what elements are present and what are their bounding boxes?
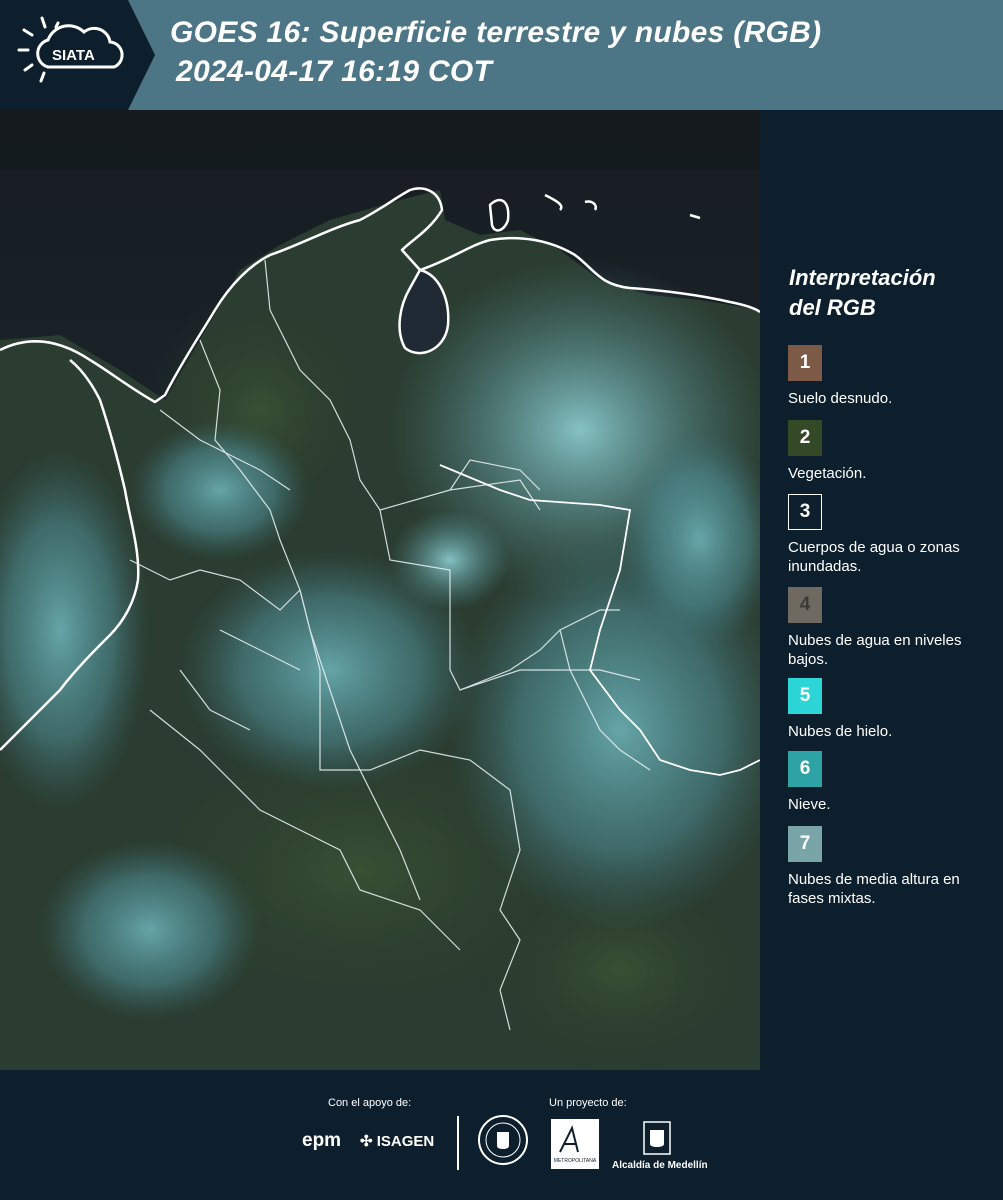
legend-item-hielo: 5 Nubes de hielo. <box>760 678 1003 750</box>
metropolitana-logo: METROPOLITANA <box>551 1119 599 1169</box>
legend-description: Cuerpos de agua o zonas inundadas. <box>788 539 960 575</box>
legend-item-agua: 3 Cuerpos de agua o zonas inundadas. <box>760 494 1003 575</box>
legend-swatch: 3 <box>788 494 822 530</box>
legend-item-suelo: 1 Suelo desnudo. <box>760 345 1003 417</box>
footer: Con el apoyo de: Un proyecto de: epm ✣ I… <box>0 1070 1003 1200</box>
siata-logo: SIATA <box>0 0 155 110</box>
legend-item-vegetacion: 2 Vegetación. <box>760 420 1003 492</box>
legend-swatch: 5 <box>788 678 822 714</box>
satellite-map <box>0 110 760 1070</box>
legend-description: Nubes de media altura en fases mixtas. <box>788 871 960 907</box>
page-title: GOES 16: Superficie terrestre y nubes (R… <box>170 16 822 49</box>
legend-title: Interpretación <box>789 265 936 290</box>
footer-divider <box>457 1116 459 1170</box>
svg-text:SIATA: SIATA <box>52 47 95 64</box>
legend-swatch: 1 <box>788 345 822 381</box>
header-bar: SIATA GOES 16: Superficie terrestre y nu… <box>0 0 1003 110</box>
legend-description: Nieve. <box>788 796 831 813</box>
legend-description: Nubes de hielo. <box>788 723 893 740</box>
medellin-seal-icon <box>478 1115 528 1165</box>
legend-item-nubes-bajas: 4 Nubes de agua en niveles bajos. <box>760 587 1003 668</box>
svg-text:METROPOLITANA: METROPOLITANA <box>554 1158 597 1164</box>
legend-swatch: 7 <box>788 826 822 862</box>
isagen-text: ISAGEN <box>376 1133 435 1150</box>
alcaldia-text: Alcaldía de Medellín <box>612 1160 708 1171</box>
support-label: Con el apoyo de: <box>328 1097 412 1109</box>
page-timestamp: 2024-04-17 16:19 COT <box>176 55 493 88</box>
legend-swatch: 2 <box>788 420 822 456</box>
legend-description: Vegetación. <box>788 465 867 482</box>
legend-panel: Interpretación del RGB 1 Suelo desnudo. … <box>760 110 1003 1070</box>
alcaldia-emblem-icon <box>643 1121 671 1155</box>
legend-item-nieve: 6 Nieve. <box>760 751 1003 823</box>
legend-swatch: 6 <box>788 751 822 787</box>
project-label: Un proyecto de: <box>549 1097 627 1109</box>
legend-subtitle: del RGB <box>789 295 876 320</box>
legend-description: Suelo desnudo. <box>788 390 893 407</box>
epm-logo: epm <box>302 1130 342 1151</box>
legend-swatch: 4 <box>788 587 822 623</box>
legend-item-nubes-media: 7 Nubes de media altura en fases mixtas. <box>760 826 1003 907</box>
isagen-logo: ✣ ISAGEN <box>360 1133 435 1150</box>
legend-description: Nubes de agua en niveles bajos. <box>788 632 962 668</box>
